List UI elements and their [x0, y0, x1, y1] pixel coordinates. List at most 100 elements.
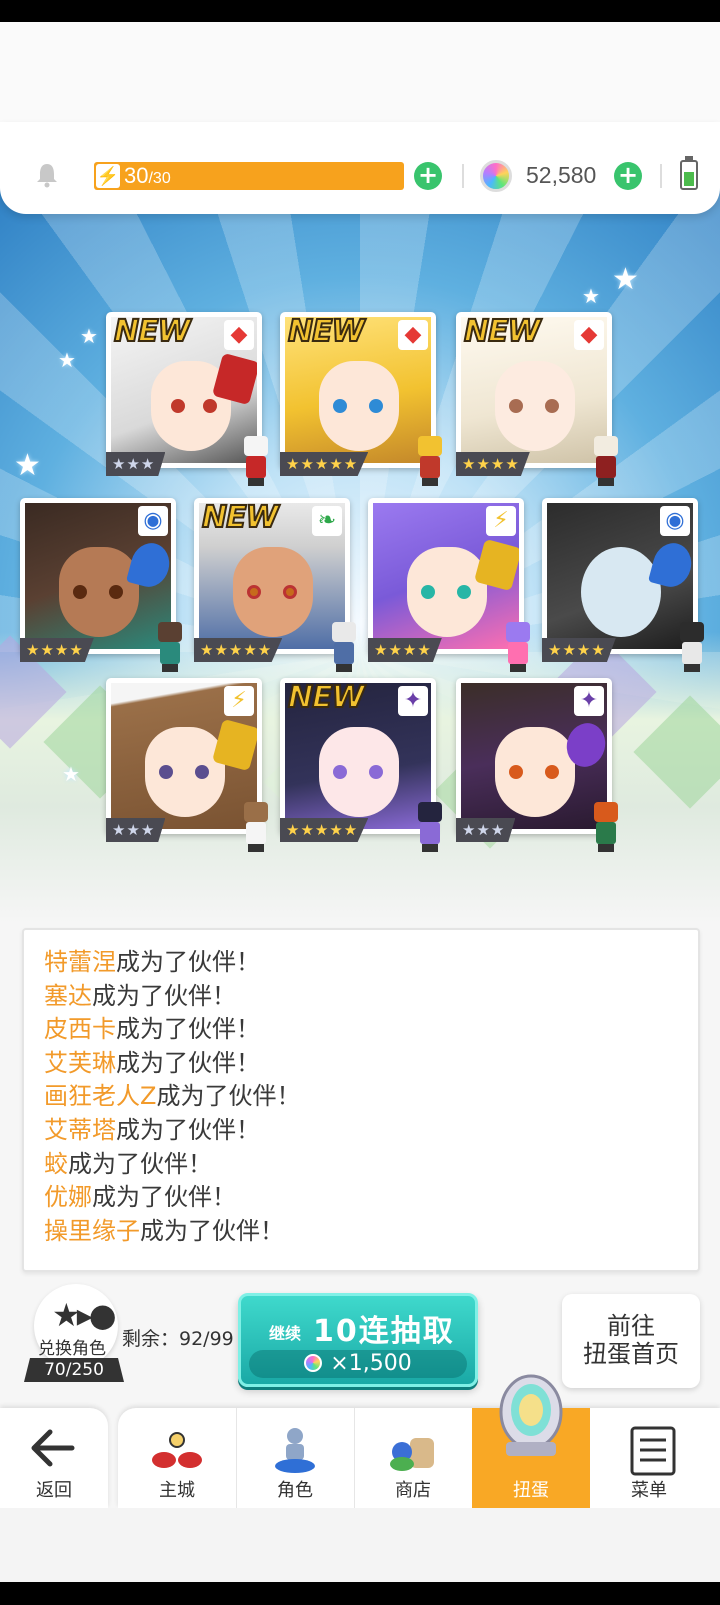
gacha-egg-icon: [499, 1374, 563, 1456]
message-suffix: 成为了伙伴！: [116, 1115, 260, 1144]
pixel-sprite: [586, 436, 626, 486]
ten-pull-label: 10连抽取: [313, 1314, 455, 1349]
result-message: 画狂老人Z成为了伙伴！: [44, 1080, 698, 1114]
character-name: 画狂老人Z: [44, 1082, 157, 1111]
tab-label: 菜单: [631, 1480, 667, 1501]
status-bar-area: [0, 22, 720, 122]
purple-star-icon: ✦: [398, 686, 428, 716]
add-stamina-button[interactable]: +: [414, 162, 442, 190]
rarity-stars: ★★★★: [456, 452, 530, 476]
tab-shop[interactable]: 商店: [354, 1408, 472, 1508]
lightning-icon: ⚡: [486, 506, 516, 536]
new-tag: NEW: [463, 313, 542, 350]
purple-star-icon: ✦: [574, 686, 604, 716]
new-tag: NEW: [201, 499, 280, 536]
character-name: 特蕾涅: [44, 948, 116, 976]
sparkle-star-icon: ★: [14, 448, 41, 483]
rarity-stars: ★★★★: [542, 638, 616, 662]
character-name: 艾芙琳: [44, 1048, 116, 1077]
new-tag: NEW: [113, 313, 192, 350]
pixel-sprite: [324, 622, 364, 672]
character-card[interactable]: NEW ✦ ★★★★★: [280, 678, 442, 852]
rarity-stars: ★★★: [106, 452, 166, 476]
sparkle-star-icon: ★: [612, 262, 639, 297]
stamina-max: /30: [148, 170, 171, 187]
exchange-label: 兑换角色: [38, 1339, 106, 1359]
result-message: 蛟成为了伙伴！: [44, 1148, 698, 1182]
character-card[interactable]: NEW ◆ ★★★★: [456, 312, 618, 486]
character-name: 优娜: [44, 1183, 92, 1212]
sparkle-star-icon: ★: [62, 762, 80, 786]
divider: [660, 164, 662, 188]
message-suffix: 成为了伙伴！: [140, 1216, 284, 1245]
resource-bar: ⚡ 30/30 + 52,580 +: [0, 122, 720, 214]
ten-pull-button[interactable]: 继续 10连抽取 ×1,500: [238, 1293, 478, 1387]
shop-bag-icon: [390, 1438, 434, 1471]
menu-list-icon: [630, 1426, 676, 1476]
message-suffix: 成为了伙伴！: [116, 948, 260, 976]
gem-icon: [304, 1354, 323, 1372]
character-statue-icon: [275, 1428, 315, 1473]
message-suffix: 成为了伙伴！: [116, 1048, 260, 1077]
message-suffix: 成为了伙伴！: [92, 1183, 236, 1212]
pixel-sprite: [410, 436, 450, 486]
back-button[interactable]: 返回: [0, 1408, 108, 1508]
rarity-stars: ★★★★★: [194, 638, 283, 662]
tab-gacha[interactable]: 扭蛋: [472, 1374, 590, 1508]
result-message: 塞达成为了伙伴！: [44, 980, 698, 1014]
gacha-result-stage: ★ ★ ★ ★ ★ ★ NEW ◆ ★★★ NEW ◆ ★★★★★ NEW ◆ …: [0, 172, 720, 924]
tab-characters[interactable]: 角色: [236, 1408, 354, 1508]
pixel-sprite: [672, 622, 712, 672]
continue-label: 继续: [269, 1324, 302, 1343]
character-card[interactable]: ✦ ★★★: [456, 678, 618, 852]
pixel-sprite: [150, 622, 190, 672]
stamina-current: 30: [124, 163, 149, 188]
character-card[interactable]: ⚡ ★★★: [106, 678, 268, 852]
exchange-count: 70/250: [24, 1358, 124, 1382]
gem-icon: [480, 160, 512, 192]
goto-label-line2: 扭蛋首页: [583, 1340, 679, 1368]
exchange-character-button[interactable]: ★▸● 兑换角色 70/250: [24, 1284, 130, 1396]
character-card[interactable]: ⚡ ★★★★: [368, 498, 530, 672]
result-message: 艾芙琳成为了伙伴！: [44, 1047, 698, 1081]
rarity-stars: ★★★★: [368, 638, 442, 662]
sparkle-star-icon: ★: [582, 284, 600, 308]
castle-icon: [152, 1432, 202, 1468]
character-card[interactable]: NEW ◆ ★★★★★: [280, 312, 442, 486]
character-name: 蛟: [44, 1149, 68, 1178]
result-message-panel: 特蕾涅成为了伙伴！ 塞达成为了伙伴！ 皮西卡成为了伙伴！ 艾芙琳成为了伙伴！ 画…: [22, 928, 700, 1272]
add-gems-button[interactable]: +: [614, 162, 642, 190]
message-suffix: 成为了伙伴！: [116, 1015, 260, 1044]
message-suffix: 成为了伙伴！: [68, 1149, 212, 1178]
red-diamond-icon: ◆: [574, 320, 604, 350]
sparkle-star-icon: ★: [58, 348, 76, 372]
goto-gacha-home-button[interactable]: 前往 扭蛋首页: [562, 1294, 700, 1388]
app-screen: ⚡ 30/30 + 52,580 + ★ ★ ★ ★ ★ ★ NEW ◆ ★★★…: [0, 22, 720, 1582]
rarity-stars: ★★★★: [20, 638, 94, 662]
tab-label: 主城: [159, 1480, 195, 1501]
message-suffix: 成为了伙伴！: [92, 981, 236, 1010]
gem-count: 52,580: [526, 162, 597, 188]
character-card[interactable]: NEW ◆ ★★★: [106, 312, 268, 486]
tab-label: 商店: [395, 1480, 431, 1501]
character-card[interactable]: ◉ ★★★★: [542, 498, 704, 672]
red-diamond-icon: ◆: [398, 320, 428, 350]
bottom-nav: 返回 主城 角色 商店 扭蛋 菜单: [0, 1374, 720, 1508]
message-suffix: 成为了伙伴！: [156, 1082, 301, 1111]
character-card[interactable]: NEW ❧ ★★★★★: [194, 498, 356, 672]
lightning-icon: ⚡: [224, 686, 254, 716]
bell-icon[interactable]: [34, 162, 60, 188]
back-label: 返回: [36, 1480, 72, 1501]
tab-label: 角色: [277, 1480, 313, 1501]
pull-cost-value: ×1,500: [330, 1351, 412, 1376]
pull-cost: ×1,500: [249, 1350, 467, 1378]
tab-main-city[interactable]: 主城: [118, 1408, 236, 1508]
result-message: 艾蒂塔成为了伙伴！: [44, 1114, 698, 1148]
new-tag: NEW: [287, 313, 366, 350]
new-tag: NEW: [287, 679, 366, 716]
character-card[interactable]: ◉ ★★★★: [20, 498, 182, 672]
tab-menu[interactable]: 菜单: [590, 1408, 708, 1508]
arrow-left-icon: [31, 1429, 75, 1467]
remaining-count: 剩余：92/99: [122, 1328, 234, 1350]
character-name: 操里缘子: [44, 1216, 140, 1245]
